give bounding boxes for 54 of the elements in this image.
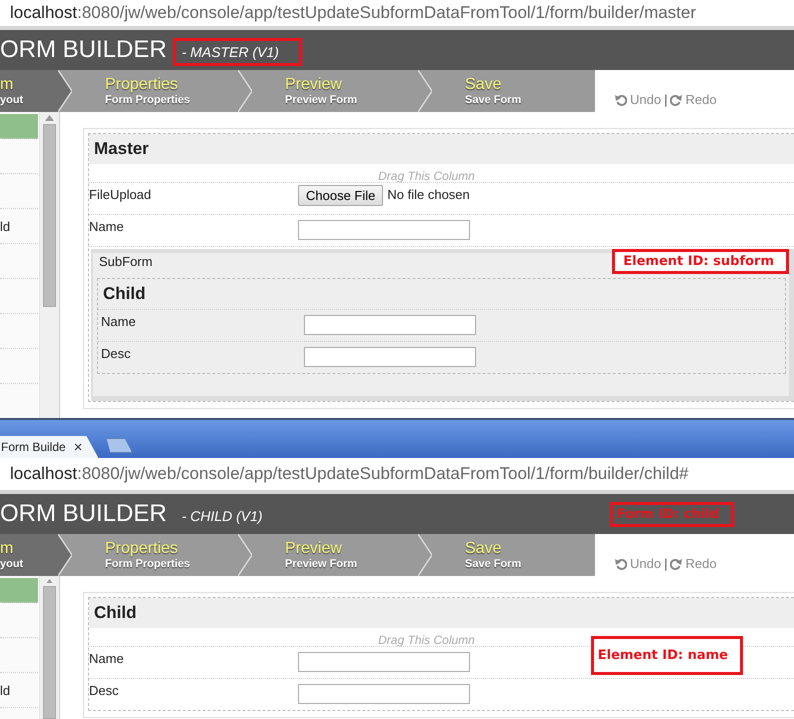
close-button[interactable]: × xyxy=(74,438,82,456)
chevron-icon xyxy=(58,534,72,576)
text-field[interactable] xyxy=(298,684,470,704)
separator: | xyxy=(664,92,668,107)
annotation-label: Form ID: child xyxy=(610,502,734,526)
field-label: Name xyxy=(89,650,125,668)
field-label: Desc xyxy=(89,682,120,700)
scroll-up-icon xyxy=(45,115,54,121)
form-title: Master xyxy=(89,134,794,164)
drag-hint: Drag This Column xyxy=(377,168,476,182)
field-label: Desc xyxy=(100,345,132,363)
text-field[interactable] xyxy=(298,220,470,240)
scroll-up-icon xyxy=(45,579,54,583)
drag-hint: Drag This Column xyxy=(377,632,476,646)
app-title: ORM BUILDER xyxy=(0,500,167,528)
field-label: Name xyxy=(100,313,137,331)
undo-icon xyxy=(615,558,627,570)
palette-item[interactable] xyxy=(0,114,38,139)
scrollbar[interactable] xyxy=(39,576,60,719)
palette-item[interactable] xyxy=(0,578,38,603)
browser-tab[interactable]: Form Builde × xyxy=(0,436,98,458)
step-tab[interactable]: m yout xyxy=(0,534,72,576)
field-label: Name xyxy=(89,218,125,236)
scrollbar-thumb[interactable] xyxy=(43,586,56,719)
chevron-icon xyxy=(418,70,432,112)
redo-icon xyxy=(670,558,682,570)
step-tab[interactable]: m yout xyxy=(0,70,72,112)
scrollbar[interactable] xyxy=(39,112,60,418)
undo-button[interactable]: Undo xyxy=(615,556,662,571)
redo-icon xyxy=(670,94,682,106)
chevron-icon xyxy=(418,534,432,576)
text-field[interactable] xyxy=(304,347,476,367)
text-field[interactable] xyxy=(298,652,470,672)
chevron-icon xyxy=(238,70,252,112)
undo-button[interactable]: Undo xyxy=(615,92,662,107)
chevron-icon xyxy=(238,534,252,576)
form-version-label: - CHILD (V1) xyxy=(180,507,264,526)
chevron-icon xyxy=(58,70,72,112)
form-version-label: - MASTER (V1) xyxy=(172,38,302,66)
separator: | xyxy=(664,556,668,571)
redo-button[interactable]: Redo xyxy=(670,92,717,107)
scrollbar-thumb[interactable] xyxy=(43,124,56,307)
undo-icon xyxy=(615,94,627,106)
app-title: ORM BUILDER xyxy=(0,36,167,64)
annotation-label: Element ID: name xyxy=(590,636,743,675)
text-field[interactable] xyxy=(304,315,476,335)
file-status-text: No file chosen xyxy=(387,186,470,202)
annotation-label: Element ID: subform xyxy=(612,249,789,274)
form-title: Child xyxy=(89,598,794,628)
redo-button[interactable]: Redo xyxy=(670,556,717,571)
choose-file-button[interactable]: Choose File xyxy=(298,185,384,206)
palette-item[interactable]: ld xyxy=(0,209,38,244)
subform-label: SubForm xyxy=(97,254,154,269)
field-label: FileUpload xyxy=(89,186,152,204)
